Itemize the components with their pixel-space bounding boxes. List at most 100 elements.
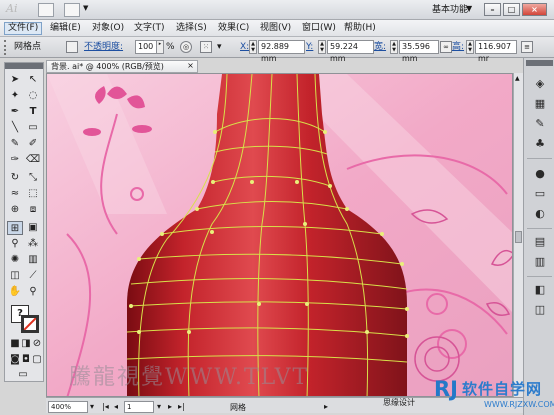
- y-stepper[interactable]: ▲ ▼: [318, 40, 326, 54]
- gradient-panel-icon[interactable]: ▭: [531, 186, 549, 202]
- blend-tool-icon[interactable]: ⁂: [25, 237, 41, 251]
- height-field[interactable]: 116.907 mr: [475, 40, 517, 63]
- recolor-icon[interactable]: ◎: [180, 41, 192, 53]
- transparency-panel-icon[interactable]: ◐: [531, 206, 549, 222]
- artwork: [47, 74, 512, 396]
- menu-type[interactable]: 文字(T): [131, 22, 168, 35]
- blob-brush-tool-icon[interactable]: ✑: [7, 153, 23, 167]
- document-tab[interactable]: 背景. ai* @ 400% (RGB/预览): [46, 60, 198, 73]
- artboards-panel-icon[interactable]: ◫: [531, 302, 549, 318]
- width-stepper[interactable]: ▲ ▼: [390, 40, 398, 54]
- zoom-field[interactable]: 400%: [48, 401, 88, 413]
- artboard-number-field[interactable]: 1: [124, 401, 154, 413]
- lasso-tool-icon[interactable]: ◌: [25, 89, 41, 103]
- menu-effect[interactable]: 效果(C): [215, 22, 252, 35]
- layers-panel-icon[interactable]: ◧: [531, 282, 549, 298]
- selection-tool-icon[interactable]: ➤: [7, 73, 23, 87]
- logo-glyph: RJ: [434, 377, 458, 401]
- brushes-panel-icon[interactable]: ✎: [531, 116, 549, 132]
- pencil-tool-icon[interactable]: ✐: [25, 137, 41, 151]
- zoom-tool-icon[interactable]: ⚲: [25, 285, 41, 299]
- first-artboard-icon[interactable]: |◂: [102, 402, 109, 411]
- status-menu-icon[interactable]: ▸: [324, 402, 328, 411]
- rectangle-tool-icon[interactable]: ▭: [25, 121, 41, 135]
- line-tool-icon[interactable]: ╲: [7, 121, 23, 135]
- menu-object[interactable]: 对象(O): [89, 22, 127, 35]
- rotate-tool-icon[interactable]: ↻: [7, 171, 23, 185]
- magic-wand-tool-icon[interactable]: ✦: [7, 89, 23, 103]
- menu-edit[interactable]: 编辑(E): [47, 22, 84, 35]
- artboard-canvas[interactable]: 騰龍視覺WWW.TLVT: [46, 73, 513, 397]
- gradient-tool-icon[interactable]: ▣: [25, 221, 41, 235]
- minimize-button[interactable]: –: [484, 3, 501, 16]
- menu-window[interactable]: 窗口(W): [299, 22, 339, 35]
- eyedropper-tool-icon[interactable]: ⚲: [7, 237, 23, 251]
- arrange-documents-button[interactable]: [64, 3, 80, 17]
- close-icon[interactable]: ×: [186, 61, 195, 70]
- vertical-scrollbar[interactable]: ▲: [513, 73, 523, 397]
- shape-builder-tool-icon[interactable]: ⊕: [7, 203, 23, 217]
- grip-handle[interactable]: [4, 40, 8, 55]
- warp-tool-icon[interactable]: ≈: [7, 187, 23, 201]
- scale-tool-icon[interactable]: ⤡: [25, 171, 41, 185]
- paintbrush-tool-icon[interactable]: ✎: [7, 137, 23, 151]
- type-tool-icon[interactable]: T: [25, 105, 41, 119]
- symbol-sprayer-tool-icon[interactable]: ✺: [7, 253, 23, 267]
- height-link[interactable]: 高:: [452, 41, 464, 54]
- slice-tool-icon[interactable]: ⟋: [25, 269, 41, 283]
- chevron-down-icon[interactable]: ▾: [157, 402, 161, 411]
- fill-swatch-icon[interactable]: [66, 41, 78, 53]
- menu-view[interactable]: 视图(V): [257, 22, 294, 35]
- next-artboard-icon[interactable]: ▸: [168, 402, 172, 411]
- opacity-dropdown[interactable]: ▸: [156, 40, 164, 54]
- appearance-panel-icon[interactable]: ▤: [531, 234, 549, 250]
- maximize-button[interactable]: □: [503, 3, 520, 16]
- y-field[interactable]: 59.224 mm: [327, 40, 374, 63]
- panel-header[interactable]: [5, 63, 43, 69]
- chevron-down-icon[interactable]: ▾: [217, 41, 222, 54]
- chevron-down-icon[interactable]: ▼: [83, 4, 88, 12]
- panel-menu-icon[interactable]: ≡: [521, 41, 533, 53]
- graphic-styles-panel-icon[interactable]: ▥: [531, 254, 549, 270]
- free-transform-tool-icon[interactable]: ⬚: [25, 187, 41, 201]
- last-artboard-icon[interactable]: ▸|: [178, 402, 185, 411]
- menu-file[interactable]: 文件(F): [4, 22, 43, 35]
- perspective-grid-tool-icon[interactable]: ⧈: [25, 203, 41, 217]
- scroll-up-icon[interactable]: ▲: [515, 75, 522, 83]
- dock-header[interactable]: [526, 60, 553, 66]
- screen-mode-icon[interactable]: ▭: [15, 368, 31, 382]
- close-button[interactable]: ×: [522, 3, 547, 16]
- color-panel-icon[interactable]: ◈: [531, 76, 549, 92]
- mesh-tool-icon[interactable]: ⊞: [7, 221, 23, 235]
- x-stepper[interactable]: ▲ ▼: [249, 40, 257, 54]
- direct-selection-tool-icon[interactable]: ↖: [25, 73, 41, 87]
- width-field[interactable]: 35.596 mm: [399, 40, 439, 63]
- scroll-thumb[interactable]: [515, 231, 522, 243]
- column-graph-tool-icon[interactable]: ▥: [25, 253, 41, 267]
- hand-tool-icon[interactable]: ✋: [7, 285, 23, 299]
- chevron-down-icon[interactable]: ▾: [90, 402, 94, 411]
- stroke-panel-icon[interactable]: ●: [531, 166, 549, 182]
- draw-inside-icon[interactable]: ▢: [29, 353, 45, 367]
- bridge-button[interactable]: [38, 3, 54, 17]
- pen-tool-icon[interactable]: ✒: [7, 105, 23, 119]
- x-link[interactable]: X:: [240, 41, 249, 54]
- swatches-panel-icon[interactable]: ▦: [531, 96, 549, 112]
- height-stepper[interactable]: ▲ ▼: [466, 40, 474, 54]
- x-field[interactable]: 92.889 mm: [258, 40, 305, 63]
- chevron-down-icon[interactable]: ▼: [466, 4, 472, 13]
- opacity-link[interactable]: 不透明度:: [84, 41, 123, 54]
- previous-artboard-icon[interactable]: ◂: [114, 402, 118, 411]
- symbols-panel-icon[interactable]: ♣: [531, 136, 549, 152]
- reference-point-icon[interactable]: ⁙: [200, 41, 212, 53]
- menu-help[interactable]: 帮助(H): [341, 22, 379, 35]
- constrain-link-icon[interactable]: ∞: [440, 41, 452, 53]
- tools-panel: ➤ ↖ ✦ ◌ ✒ T ╲ ▭ ✎ ✐ ✑ ⌫ ↻ ⤡ ≈ ⬚ ⊕ ⧈ ⊞ ▣ …: [4, 62, 44, 382]
- eraser-tool-icon[interactable]: ⌫: [25, 153, 41, 167]
- width-link[interactable]: 宽:: [374, 41, 386, 54]
- menu-select[interactable]: 选择(S): [173, 22, 210, 35]
- y-link[interactable]: Y:: [306, 41, 313, 54]
- artboard-tool-icon[interactable]: ◫: [7, 269, 23, 283]
- none-mode-icon[interactable]: ⊘: [29, 337, 45, 351]
- opacity-field[interactable]: 100: [135, 40, 157, 54]
